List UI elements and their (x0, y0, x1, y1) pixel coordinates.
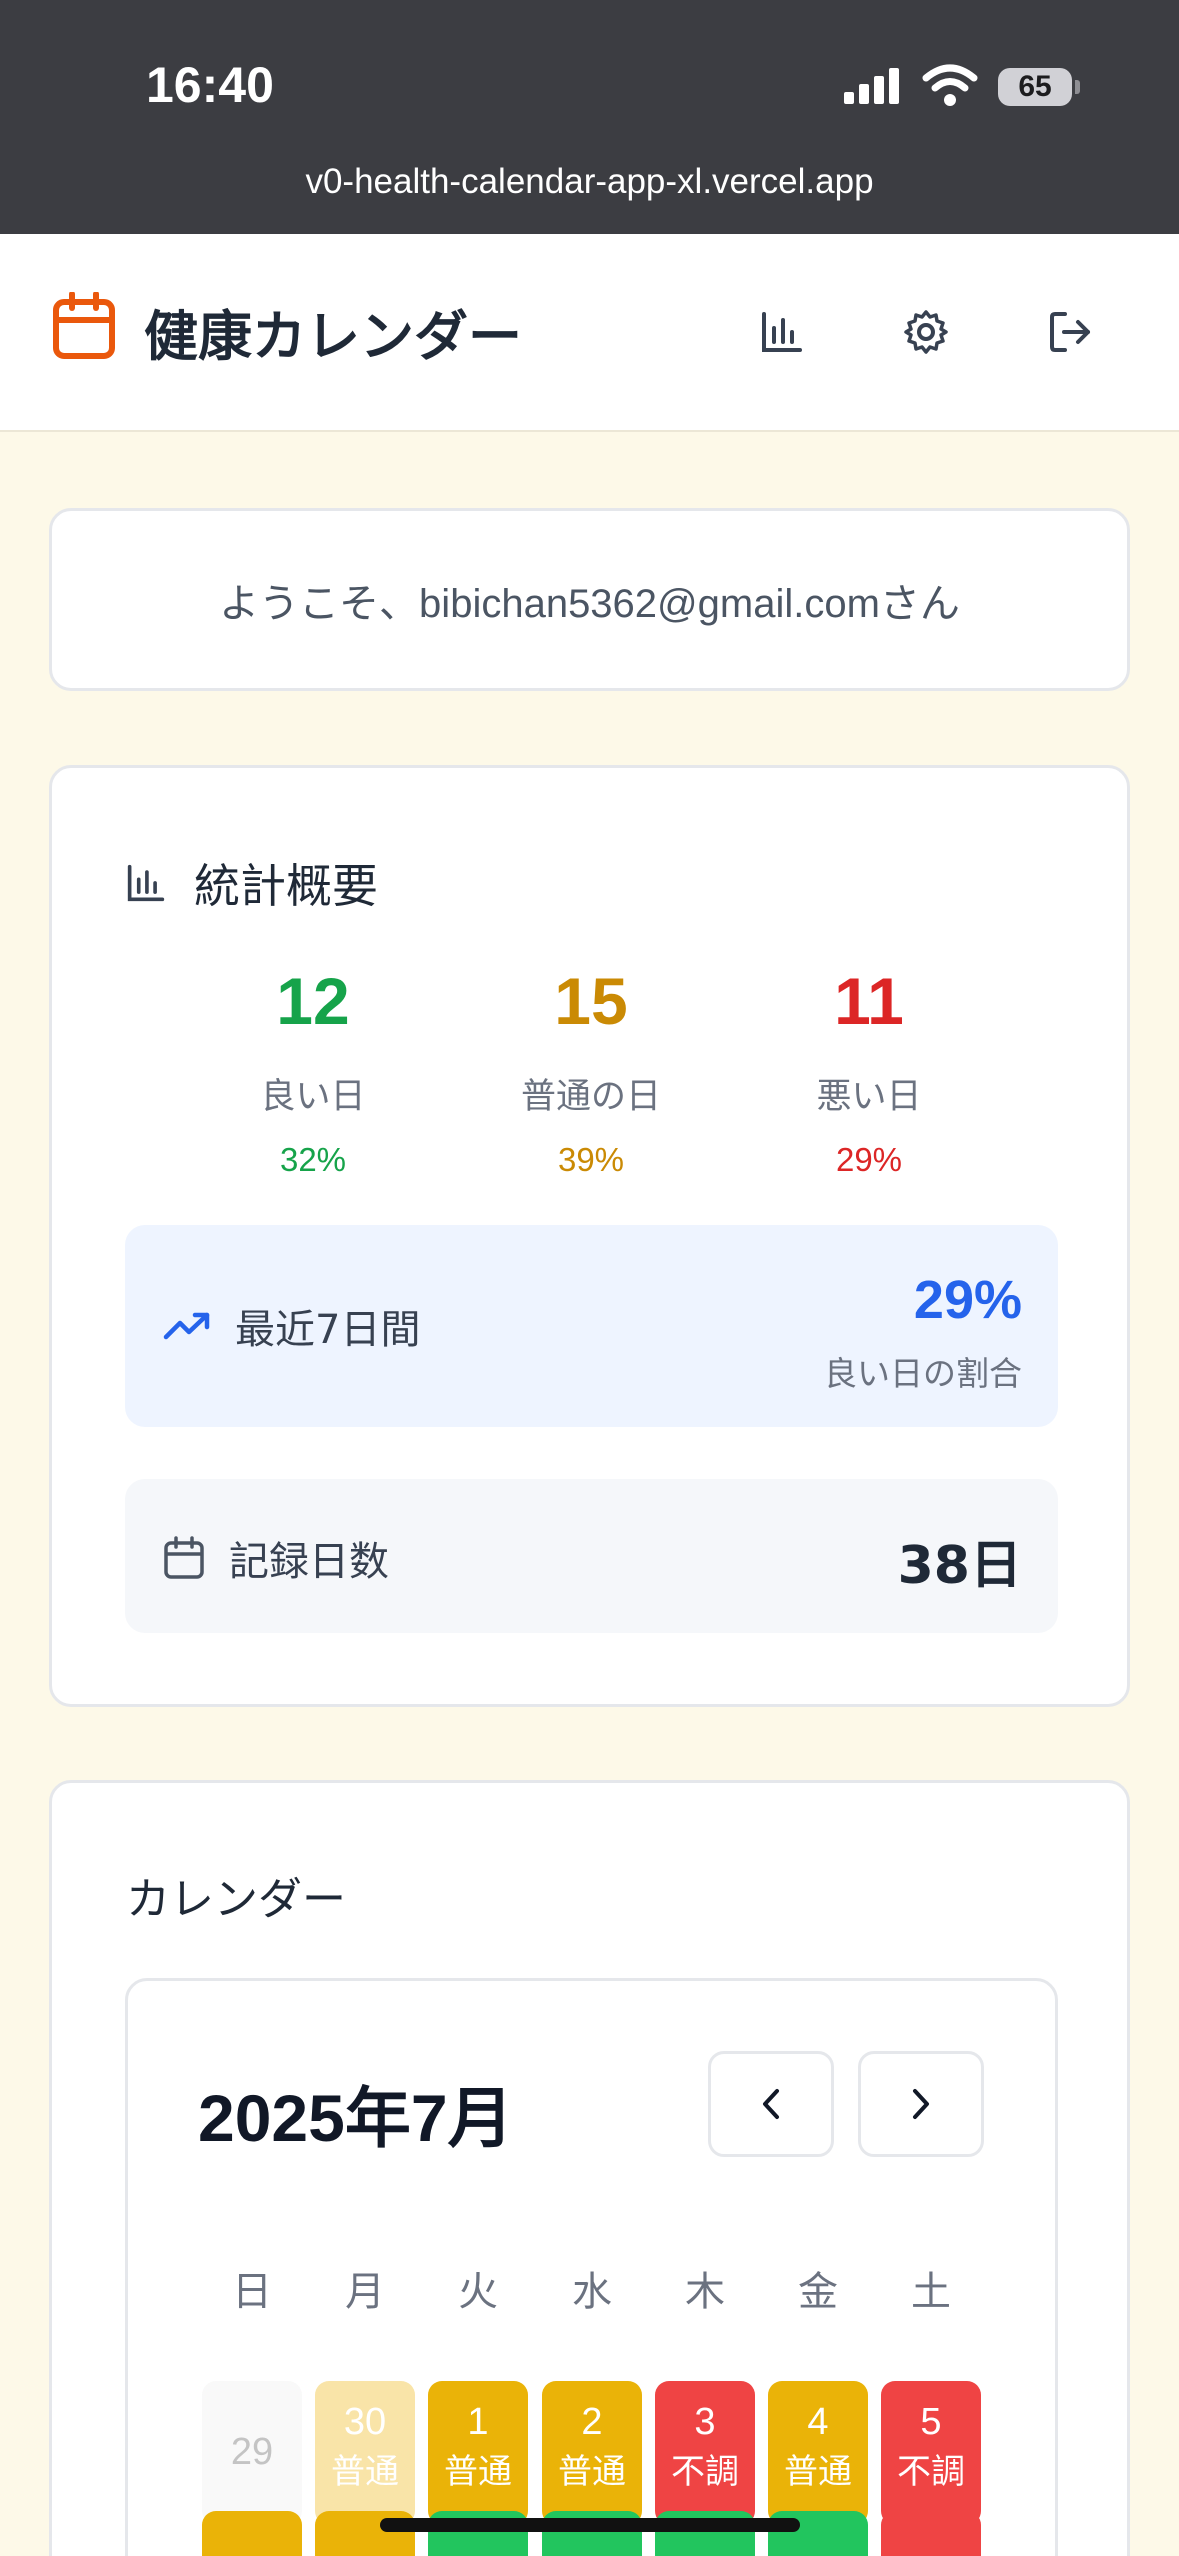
calendar-day[interactable]: 3 不調 (655, 2381, 755, 2525)
trending-up-icon (163, 1312, 210, 1340)
day-number: 29 (230, 2431, 274, 2473)
recent-sub: 良い日の割合 (824, 1354, 1022, 1393)
day-number: 30 (343, 2401, 387, 2443)
stat-normal: 15 普通の日 39% (441, 968, 741, 1179)
weekday-tue: 火 (458, 2269, 498, 2315)
chevron-left-icon (763, 2089, 779, 2119)
signal-icon (844, 68, 899, 104)
battery-nub (1075, 80, 1080, 94)
bad-label: 悪い日 (816, 1077, 922, 1117)
calendar-day[interactable]: 5 不調 (881, 2381, 981, 2525)
calendar-title: カレンダー (126, 1874, 346, 1925)
bar-chart-icon (762, 312, 802, 352)
day-status: 普通 (784, 2452, 852, 2492)
welcome-text: ようこそ、bibichan5362@gmail.comさん (219, 581, 960, 626)
url-bar[interactable]: v0-health-calendar-app-xl.vercel.app (0, 162, 1179, 202)
stats-header: 統計概要 (126, 850, 378, 916)
calendar-day[interactable] (881, 2511, 981, 2556)
day-status: 普通 (558, 2452, 626, 2492)
day-status: 不調 (897, 2452, 965, 2492)
stat-good: 12 良い日 32% (163, 968, 463, 1179)
calendar-day[interactable]: 4 普通 (768, 2381, 868, 2525)
weekday-sat: 土 (911, 2269, 951, 2315)
logout-button[interactable] (1032, 294, 1108, 370)
record-label: 記録日数 (229, 1539, 389, 1585)
battery-icon: 65 (998, 68, 1072, 106)
logout-icon (1050, 312, 1090, 352)
weekday-mon: 月 (345, 2269, 385, 2315)
day-status: 不調 (671, 2452, 739, 2492)
weekday-sun: 日 (232, 2269, 272, 2315)
record-days-panel: 記録日数 38日 (125, 1479, 1058, 1633)
app-title: 健康カレンダー (144, 305, 522, 368)
wifi-icon (922, 64, 978, 106)
weekday-fri: 金 (798, 2269, 838, 2315)
calendar-card: カレンダー 2025年7月 日 月 火 水 木 金 土 29 30 普通 1 普… (49, 1780, 1130, 2556)
home-indicator[interactable] (380, 2518, 800, 2532)
calendar-day[interactable]: 2 普通 (542, 2381, 642, 2525)
weekday-thu: 木 (685, 2269, 725, 2315)
chevron-right-icon (913, 2089, 929, 2119)
status-icons: 65 (842, 62, 1082, 112)
recent-label: 最近7日間 (235, 1307, 421, 1353)
stats-title: 統計概要 (194, 859, 378, 913)
day-number: 2 (581, 2401, 603, 2443)
good-count: 12 (276, 964, 350, 1038)
day-number: 5 (920, 2401, 942, 2443)
calendar-day[interactable]: 1 普通 (428, 2381, 528, 2525)
normal-label: 普通の日 (520, 1077, 661, 1117)
bad-count: 11 (834, 964, 904, 1038)
day-status: 普通 (331, 2452, 399, 2492)
bad-percent: 29% (835, 1141, 903, 1178)
prev-month-button[interactable] (708, 2051, 834, 2157)
stats-button[interactable] (744, 294, 820, 370)
stat-bad: 11 悪い日 29% (719, 968, 1019, 1179)
stats-card: 統計概要 12 良い日 32% 15 普通の日 39% 11 悪い日 29% 最… (49, 765, 1130, 1707)
calendar-day[interactable] (202, 2511, 302, 2556)
record-value: 38日 (897, 1536, 1022, 1596)
good-percent: 32% (279, 1141, 347, 1178)
day-number: 1 (467, 2401, 489, 2443)
bar-chart-icon (127, 864, 165, 902)
calendar-day[interactable]: 29 (202, 2381, 302, 2525)
recent-7-days-panel: 最近7日間 29% 良い日の割合 (125, 1225, 1058, 1427)
weekday-wed: 水 (572, 2269, 612, 2315)
calendar-day[interactable]: 30 普通 (315, 2381, 415, 2525)
day-status: 普通 (444, 2452, 512, 2492)
calendar-icon (53, 292, 115, 359)
recent-percent: 29% (913, 1270, 1022, 1330)
good-label: 良い日 (260, 1077, 366, 1117)
welcome-card: ようこそ、bibichan5362@gmail.comさん (49, 508, 1130, 691)
status-time: 16:40 (146, 57, 274, 113)
browser-status-bar: 16:40 65 v0-health-calendar-app-xl.verce… (0, 0, 1179, 234)
app-header: 健康カレンダー (0, 234, 1179, 432)
day-number: 3 (694, 2401, 716, 2443)
gear-icon (904, 310, 948, 354)
day-number: 4 (807, 2401, 829, 2443)
normal-percent: 39% (557, 1141, 625, 1178)
calendar-panel: 2025年7月 日 月 火 水 木 金 土 29 30 普通 1 普通 2 普通… (125, 1978, 1058, 2556)
settings-button[interactable] (888, 294, 964, 370)
month-label: 2025年7月 (198, 2081, 514, 2155)
next-month-button[interactable] (858, 2051, 984, 2157)
normal-count: 15 (554, 964, 628, 1038)
calendar-icon (164, 1536, 204, 1579)
